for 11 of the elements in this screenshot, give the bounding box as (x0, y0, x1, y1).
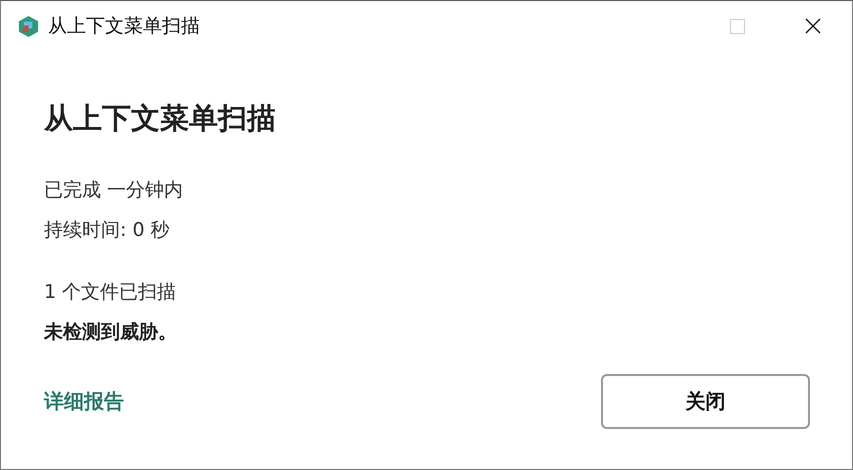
result-text: 1 个文件已扫描 (44, 280, 178, 305)
app-icon (17, 14, 40, 38)
close-dialog-button[interactable]: 关闭 (601, 374, 810, 429)
report-link[interactable]: 详细报告 (44, 386, 124, 416)
maximize-icon (730, 18, 744, 34)
close-icon (805, 18, 821, 34)
status-text: 已完成 一分钟内 (44, 178, 184, 203)
status-text: 持续时间: 0 秒 (44, 218, 171, 243)
result-text: 未检测到威胁。 (44, 320, 178, 345)
dialog-heading: 从上下文菜单扫描 (44, 101, 277, 136)
window-title: 从上下文菜单扫描 (48, 14, 200, 39)
